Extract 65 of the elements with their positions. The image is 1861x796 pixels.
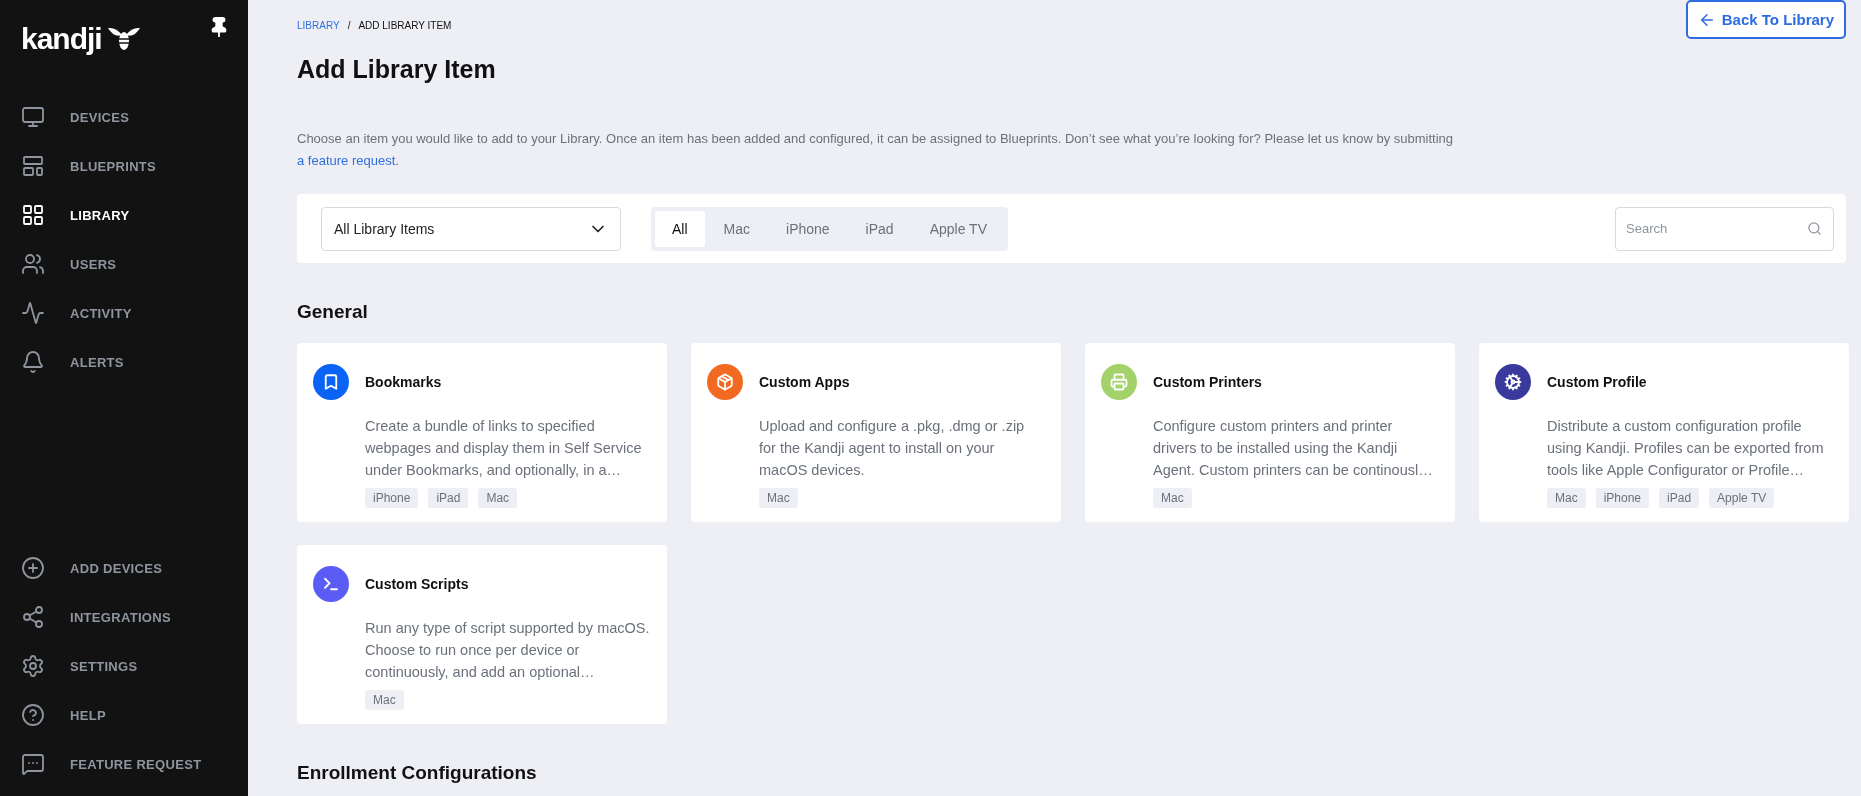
platform-tab[interactable]: iPhone [769, 210, 847, 247]
card-description: Run any type of script supported by macOS. Choose to run once per device or continuously, and add an optional… [365, 619, 651, 682]
library-item-card[interactable]: Custom Apps Upload and configure a .pkg, .dmg or .zip for the Kandji agent to install on your macOS devices. Mac [691, 343, 1061, 522]
platform-tag: Mac [478, 488, 518, 508]
card-description: Create a bundle of links to specified webpages and display them in Self Service under Bookmarks, and optionally, in a… [365, 417, 643, 480]
platform-tag: iPhone [365, 488, 419, 508]
chat-icon [21, 752, 45, 776]
settings-icon [21, 654, 45, 678]
library-item-card[interactable]: Custom Scripts Run any type of script supported by macOS. Choose to run once per device or continuously, and add an optional… Mac [297, 545, 667, 724]
breadcrumb-link[interactable]: LIBRARY [297, 20, 340, 31]
card-description: Distribute a custom configuration profile using Kandji. Profiles can be exported from tools like Apple Configurator or Profile… [1547, 417, 1825, 480]
devices-icon [21, 105, 45, 129]
nav-item[interactable]: DEVICES [0, 93, 248, 141]
platform-tag: Mac [1547, 488, 1586, 508]
search-field[interactable]: Search [1615, 206, 1834, 251]
platform-tag: Mac [1153, 488, 1192, 508]
library-item-card[interactable]: Bookmarks Create a bundle of links to specified webpages and display them in Self Service under Bookmarks, and optionally, in a… iPhone iPad Mac [297, 343, 667, 522]
pulse-icon [21, 301, 45, 325]
bee-icon [105, 25, 142, 53]
back-button[interactable]: Back To Library [1685, 0, 1846, 39]
library-filter-dropdown[interactable]: All Library Items [321, 206, 621, 251]
card-title: Custom Profile [1547, 374, 1648, 390]
platform-tag: Mac [759, 488, 798, 508]
section-title: General [297, 301, 369, 323]
nav-item[interactable]: ACTIVITY [0, 289, 248, 337]
nav-item[interactable]: ADD DEVICES [0, 544, 248, 592]
nav-item[interactable]: BLUEPRINTS [0, 142, 248, 190]
grid-icon [21, 203, 45, 227]
bell-icon [21, 350, 45, 374]
platform-tab[interactable]: iPad [848, 210, 911, 247]
nav-item[interactable]: FEATURE REQUEST [0, 740, 248, 788]
section-title: Enrollment Configurations [297, 762, 538, 784]
platform-tab[interactable]: Apple TV [912, 210, 1004, 247]
card-title: Custom Apps [759, 374, 851, 390]
platform-tag: Apple TV [1709, 488, 1775, 508]
platform-tag: iPhone [1595, 488, 1650, 508]
share-icon [21, 605, 45, 629]
page-title: Add Library Item [297, 55, 497, 84]
card-description: Upload and configure a .pkg, .dmg or .zip for the Kandji agent to install on your macOS devices. [759, 417, 1026, 480]
platform-tag: iPad [1659, 488, 1700, 508]
nav-item[interactable]: INTEGRATIONS [0, 593, 248, 641]
search-icon [1807, 220, 1822, 236]
breadcrumb-text: / [347, 20, 351, 31]
intro-text: Choose an item you would like to add to your Library. Once an item has been added and configured, it can be assigned to Blueprints. Don’t see what you’re looking for? Please let us know by submitting a feature request. [297, 130, 1454, 170]
plus-circle-icon [21, 556, 45, 580]
nav-item[interactable]: ALERTS [0, 338, 248, 386]
logo-text: kandji [21, 22, 102, 56]
platform-tag: iPad [428, 488, 469, 508]
card-title: Custom Scripts [365, 576, 470, 592]
nav-item[interactable]: LIBRARY [0, 191, 248, 239]
library-item-card[interactable]: Custom Profile Distribute a custom configuration profile using Kandji. Profiles can be exported from tools like Apple Configurator or Profile… Mac iPhone iPad Apple TV [1479, 343, 1849, 522]
card-title: Bookmarks [365, 374, 443, 390]
breadcrumb-text: ADD LIBRARY ITEM [358, 20, 452, 31]
nav-item[interactable]: USERS [0, 240, 248, 288]
nav-item[interactable]: SETTINGS [0, 642, 248, 690]
nav-item[interactable]: HELP [0, 691, 248, 739]
platform-tag: Mac [365, 690, 404, 710]
card-description: Configure custom printers and printer drivers to be installed using the Kandji Agent. Custom printers can be continousl… [1153, 417, 1434, 480]
users-icon [21, 252, 45, 276]
library-item-card[interactable]: Custom Printers Configure custom printers and printer drivers to be installed using the Kandji Agent. Custom printers can be continousl… Mac [1085, 343, 1455, 522]
blueprint-icon [21, 154, 45, 178]
card-title: Custom Printers [1153, 374, 1263, 390]
platform-tab[interactable]: Mac [706, 210, 767, 247]
help-icon [21, 703, 45, 727]
platform-tab[interactable]: All [655, 210, 705, 247]
